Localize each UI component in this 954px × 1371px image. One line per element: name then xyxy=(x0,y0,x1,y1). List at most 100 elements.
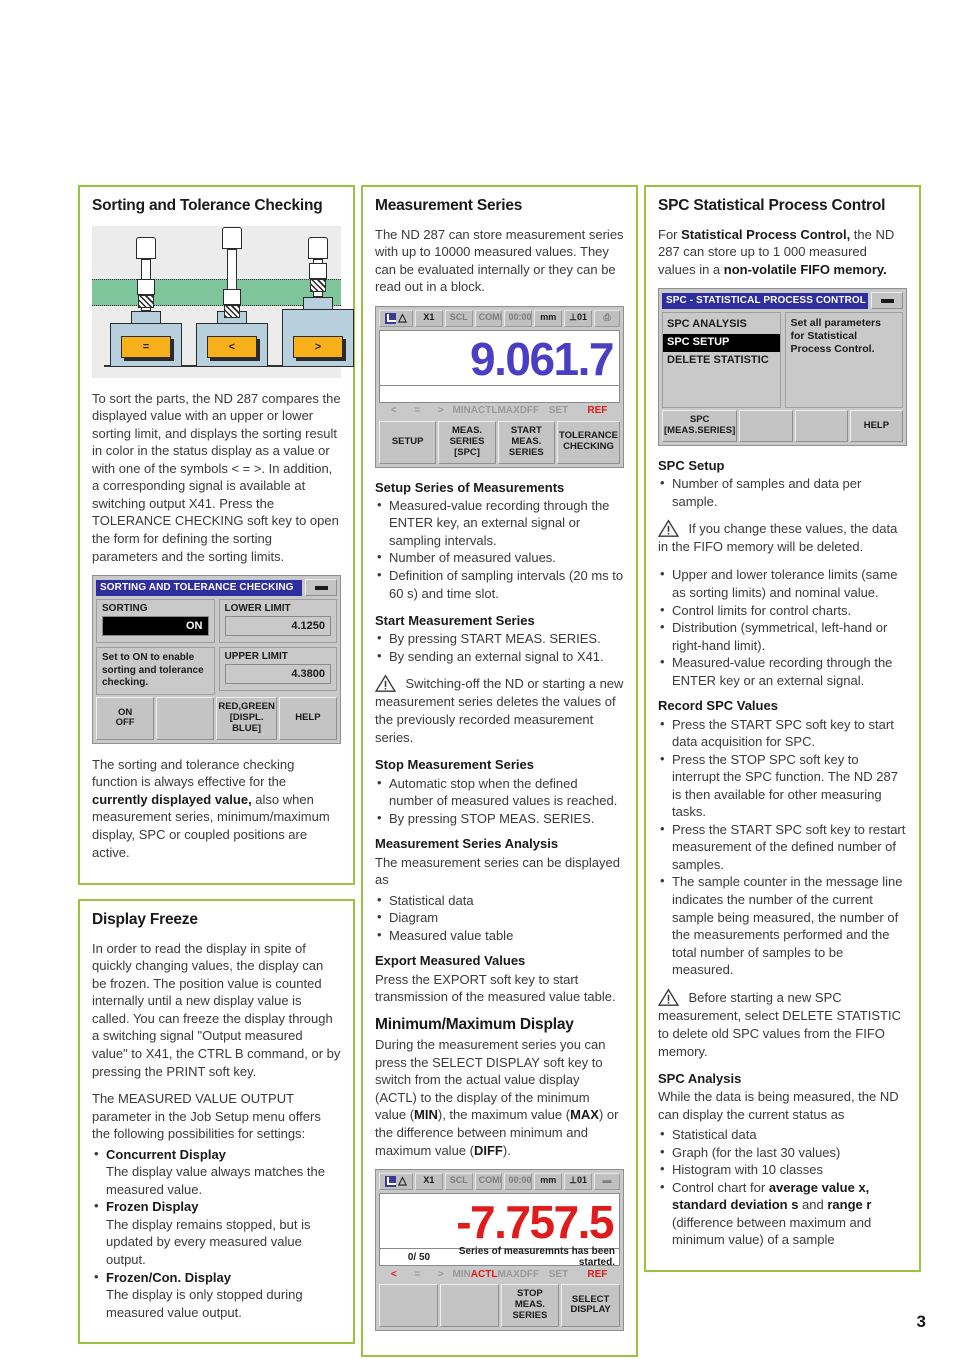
symbol-max: MAX xyxy=(497,405,520,417)
minmax-b1: MIN xyxy=(414,1107,438,1123)
softkey-help-2[interactable]: HELP xyxy=(849,410,904,443)
section-display-freeze: Display Freeze In order to read the disp… xyxy=(78,899,355,1345)
symbol-actl-2: ACTL xyxy=(470,1268,498,1280)
sorting-title: Sorting and Tolerance Checking xyxy=(92,197,323,214)
sorting-field-label: SORTING xyxy=(102,603,148,615)
sorting-note-pre: The sorting and tolerance checking funct… xyxy=(92,756,295,790)
measurement-series-title: Measurement Series xyxy=(375,197,523,214)
status-axis-2: X1 xyxy=(415,1173,443,1191)
setup-series-list: Measured-value recording through the ENT… xyxy=(375,496,624,602)
spc-analysis-heading: SPC Analysis xyxy=(658,1070,742,1086)
sorting-dialog-screenshot: SORTING AND TOLERANCE CHECKING SORTING O… xyxy=(92,575,341,744)
upper-limit-label: UPPER LIMIT xyxy=(224,651,288,663)
softkey-on-off[interactable]: ON OFF xyxy=(96,697,155,740)
status-scl-2: SCL xyxy=(444,1173,473,1191)
upper-limit-value[interactable]: 4.3800 xyxy=(224,664,331,685)
spc-title: SPC Statistical Process Control xyxy=(658,197,886,214)
nd287-minmax-screenshot: △ X1 SCL COMP 00:00 mm ⊥01 ▬ -7.757.5 xyxy=(375,1169,624,1331)
setting-desc: The display remains stopped, but is upda… xyxy=(106,1216,311,1267)
symbol-indicator-row-2: < = > MIN ACTL MAX DFF SET REF xyxy=(379,1266,620,1283)
symbol-set-2: SET xyxy=(548,1268,569,1280)
al-b2: standard deviation s xyxy=(672,1197,799,1213)
symbol-dff-2: DFF xyxy=(519,1268,540,1280)
status-axis: X1 xyxy=(415,309,443,327)
menu-item-spc-analysis[interactable]: SPC ANALYSIS xyxy=(663,316,780,334)
menu-item-delete-statistic[interactable]: DELETE STATISTIC xyxy=(663,352,780,370)
list-item: Definition of sampling intervals (20 ms … xyxy=(375,566,624,602)
list-item: Press the STOP SPC soft key to interrupt… xyxy=(658,750,907,821)
softkey-setup[interactable]: SETUP xyxy=(379,420,437,464)
softkey-select-display[interactable]: SELECT DISPLAY xyxy=(561,1284,620,1327)
al3: and xyxy=(798,1197,828,1213)
status-time-2: 00:00 xyxy=(504,1173,533,1191)
spc-intro: For Statistical Process Control, the ND … xyxy=(658,226,907,279)
analysis-heading: Measurement Series Analysis xyxy=(375,836,559,852)
softkey-blank-a[interactable] xyxy=(379,1284,438,1327)
warning-text-2: If you change these values, the data in … xyxy=(658,521,898,555)
message-line xyxy=(379,385,620,403)
softkey-stop-meas-series[interactable]: STOP MEAS. SERIES xyxy=(500,1284,560,1327)
spc-setup-heading: SPC Setup xyxy=(658,458,725,474)
spc-intro-b2: non-volatile FIFO memory. xyxy=(723,261,887,277)
warning-block-1: Switching-off the ND or starting a new m… xyxy=(375,674,624,747)
softkey-help[interactable]: HELP xyxy=(278,697,337,740)
setup-series-heading: Setup Series of Measurements xyxy=(375,479,565,495)
symbol-ref-2: REF xyxy=(587,1268,608,1280)
nd287-display-screenshot: △ X1 SCL COMP 00:00 mm ⊥01 ⎙ 9.061.7 xyxy=(375,305,624,468)
symbol-less-2: < xyxy=(390,1268,397,1280)
sorting-field-value[interactable]: ON xyxy=(102,616,209,637)
device-softkey-row: SETUP MEAS. SERIES [SPC] START MEAS. SERIE… xyxy=(379,420,620,464)
sample-counter: 0/ 50 xyxy=(407,1251,431,1263)
status-time: 00:00 xyxy=(504,309,533,327)
list-item: By sending an external signal to X41. xyxy=(375,647,624,666)
minimize-icon[interactable] xyxy=(871,292,903,310)
list-item: By pressing STOP MEAS. SERIES. xyxy=(375,809,624,828)
symbol-greater-2: > xyxy=(437,1268,444,1280)
softkey-start-meas-series[interactable]: START MEAS. SERIES xyxy=(497,420,556,464)
spc-analysis-intro: While the data is being measured, the ND… xyxy=(658,1088,899,1122)
minmax-b3: DIFF xyxy=(473,1142,503,1158)
lower-limit-value[interactable]: 4.1250 xyxy=(224,616,331,637)
list-item: Automatic stop when the defined number o… xyxy=(375,774,624,810)
menu-item-spc-setup[interactable]: SPC SETUP xyxy=(663,333,780,352)
softkey-tolerance-checking[interactable]: TOLERANCE CHECKING xyxy=(557,420,620,464)
column-left: Sorting and Tolerance Checking = < > To … xyxy=(78,185,355,1371)
softkey-spc-meas-series[interactable]: SPC [MEAS.SERIES] xyxy=(662,410,738,443)
list-item: Press the START SPC soft key to restart … xyxy=(658,820,907,874)
setting-desc: The display value always matches the mea… xyxy=(106,1164,325,1197)
display-freeze-para1: In order to read the display in spite of… xyxy=(92,940,341,1079)
datum-delta-icons: △ xyxy=(379,309,413,327)
sorting-note: The sorting and tolerance checking funct… xyxy=(92,756,341,861)
warning-triangle-icon xyxy=(658,988,679,1006)
export-text: Press the EXPORT soft key to start trans… xyxy=(375,971,616,1005)
softkey-blank-1[interactable] xyxy=(156,697,215,740)
softkey-blank-c[interactable] xyxy=(739,410,793,443)
softkey-blank-b[interactable] xyxy=(439,1284,499,1327)
record-spc-list: Press the START SPC soft key to start da… xyxy=(658,714,907,979)
spc-setup-list-1: Number of samples and data per sample. xyxy=(658,474,907,510)
device-softkey-row-2: STOP MEAS. SERIES SELECT DISPLAY xyxy=(379,1284,620,1327)
measured-value: 9.061.7 xyxy=(470,332,614,385)
al1: Control chart for xyxy=(672,1179,769,1195)
status-unit: mm xyxy=(534,309,563,327)
symbol-actl: ACTL xyxy=(470,405,498,417)
symbol-set: SET xyxy=(548,405,569,417)
datum-icon xyxy=(385,312,397,324)
spc-dialog-screenshot: SPC - STATISTICAL PROCESS CONTROL SPC AN… xyxy=(658,288,907,447)
setting-name: Concurrent Display xyxy=(106,1146,226,1162)
list-item: Frozen DisplayThe display remains stoppe… xyxy=(92,1197,341,1268)
section-spc: SPC Statistical Process Control For Stat… xyxy=(644,185,921,1272)
list-item: Measured-value recording through the ENT… xyxy=(375,496,624,550)
column-right: SPC Statistical Process Control For Stat… xyxy=(644,185,921,1371)
softkey-red-green[interactable]: RED,GREEN [DISPL. BLUE] xyxy=(216,697,277,740)
column-middle: Measurement Series The ND 287 can store … xyxy=(361,185,638,1371)
minimize-icon[interactable] xyxy=(305,579,337,597)
spc-dialog-title-text: SPC - STATISTICAL PROCESS CONTROL xyxy=(662,292,868,309)
symbol-equal-2: = xyxy=(414,1268,421,1280)
list-item: By pressing START MEAS. SERIES. xyxy=(375,629,624,648)
list-item: Control limits for control charts. xyxy=(658,601,907,620)
softkey-blank-d[interactable] xyxy=(794,410,848,443)
setting-name: Frozen Display xyxy=(106,1199,199,1215)
softkey-meas-series-spc[interactable]: MEAS. SERIES [SPC] xyxy=(438,420,496,464)
spc-dialog-titlebar: SPC - STATISTICAL PROCESS CONTROL xyxy=(662,292,903,310)
